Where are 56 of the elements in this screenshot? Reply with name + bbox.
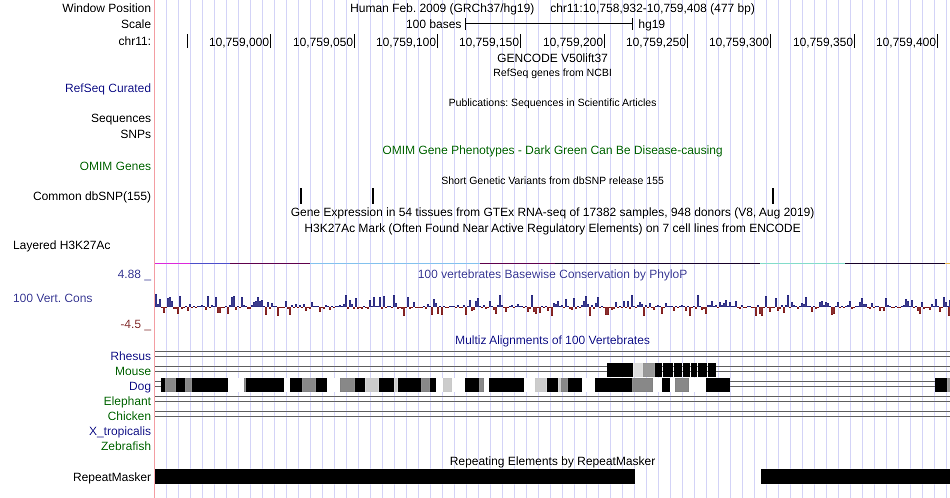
snp-tick	[300, 188, 302, 204]
ruler-tick	[187, 34, 188, 48]
track-label: Elephant	[104, 394, 151, 408]
track-title: GENCODE V50lift37	[497, 51, 608, 65]
assembly-name: Human Feb. 2009 (GRCh37/hg19)	[350, 1, 534, 15]
coordinate-label: 10,759,400	[876, 35, 936, 49]
track-label: SNPs	[120, 127, 151, 141]
track-title: Publications: Sequences in Scientific Articles	[448, 96, 656, 110]
coordinate-label: 10,759,200	[542, 35, 603, 49]
ruler-tick	[520, 34, 521, 48]
axis-label: -4.5 _	[120, 317, 151, 331]
track-label: OMIM Genes	[80, 159, 151, 173]
track-title: 100 vertebrates Basewise Conservation by PhyloP	[418, 267, 688, 281]
track-label: Layered H3K27Ac	[13, 238, 110, 252]
database-name: hg19	[638, 17, 666, 31]
track-label: Zebrafish	[100, 438, 151, 452]
track-title: Repeating Elements by RepeatMasker	[450, 454, 656, 468]
ruler-tick	[437, 34, 438, 48]
track-title: H3K27Ac Mark (Often Found Near Active Regulatory Elements) on 7 cell lines from ENCODE	[304, 221, 801, 235]
track-label: Common dbSNP(155)	[32, 189, 151, 203]
ruler-tick	[937, 34, 938, 48]
coordinate-label: 10,759,050	[292, 35, 353, 49]
coordinate-label: 10,759,250	[626, 35, 686, 49]
position-text: chr11:10,758,932-10,759,408 (477 bp)	[550, 1, 755, 15]
coordinate-label: 10,759,350	[792, 35, 853, 49]
track-label: Sequences	[90, 111, 151, 125]
track-label: Rhesus	[110, 348, 151, 362]
track-title: OMIM Gene Phenotypes - Dark Green Can Be Disease-causing	[382, 143, 723, 157]
track-label: Mouse	[114, 364, 151, 378]
snp-tick	[772, 188, 774, 204]
track-label: Scale	[120, 17, 151, 31]
track-label: 100 Vert. Cons	[13, 291, 92, 305]
ruler-tick	[770, 34, 771, 48]
ruler-tick	[854, 34, 855, 48]
ruler-tick	[270, 34, 271, 48]
track-label: Dog	[128, 378, 151, 392]
coordinate-label: 10,759,100	[376, 35, 436, 49]
track-label: chr11:	[118, 34, 151, 48]
coordinate-label: 10,759,300	[708, 35, 769, 49]
track-title: Short Genetic Variants from dbSNP release 155	[441, 174, 664, 188]
ruler-tick	[354, 34, 355, 48]
track-label: RefSeq Curated	[64, 81, 151, 95]
snp-tick	[372, 188, 374, 204]
track-title: RefSeq genes from NCBI	[493, 66, 612, 80]
coordinate-label: 10,759,000	[208, 35, 269, 49]
track-label: Chicken	[108, 408, 151, 422]
track-label: Window Position	[62, 1, 151, 15]
coordinate-label: 10,759,150	[458, 35, 519, 49]
scale-text: 100 bases	[406, 17, 462, 31]
track-title: Gene Expression in 54 tissues from GTEx RNA-seq of 17382 samples, 948 donors (V8, Aug 2019)	[290, 205, 814, 219]
track-label: RepeatMasker	[72, 470, 151, 484]
track-label: X_tropicalis	[88, 424, 151, 438]
track-title: Multiz Alignments of 100 Vertebrates	[455, 333, 650, 347]
ruler-tick	[687, 34, 688, 48]
axis-label: 4.88 _	[118, 267, 151, 281]
ruler-tick	[604, 34, 605, 48]
